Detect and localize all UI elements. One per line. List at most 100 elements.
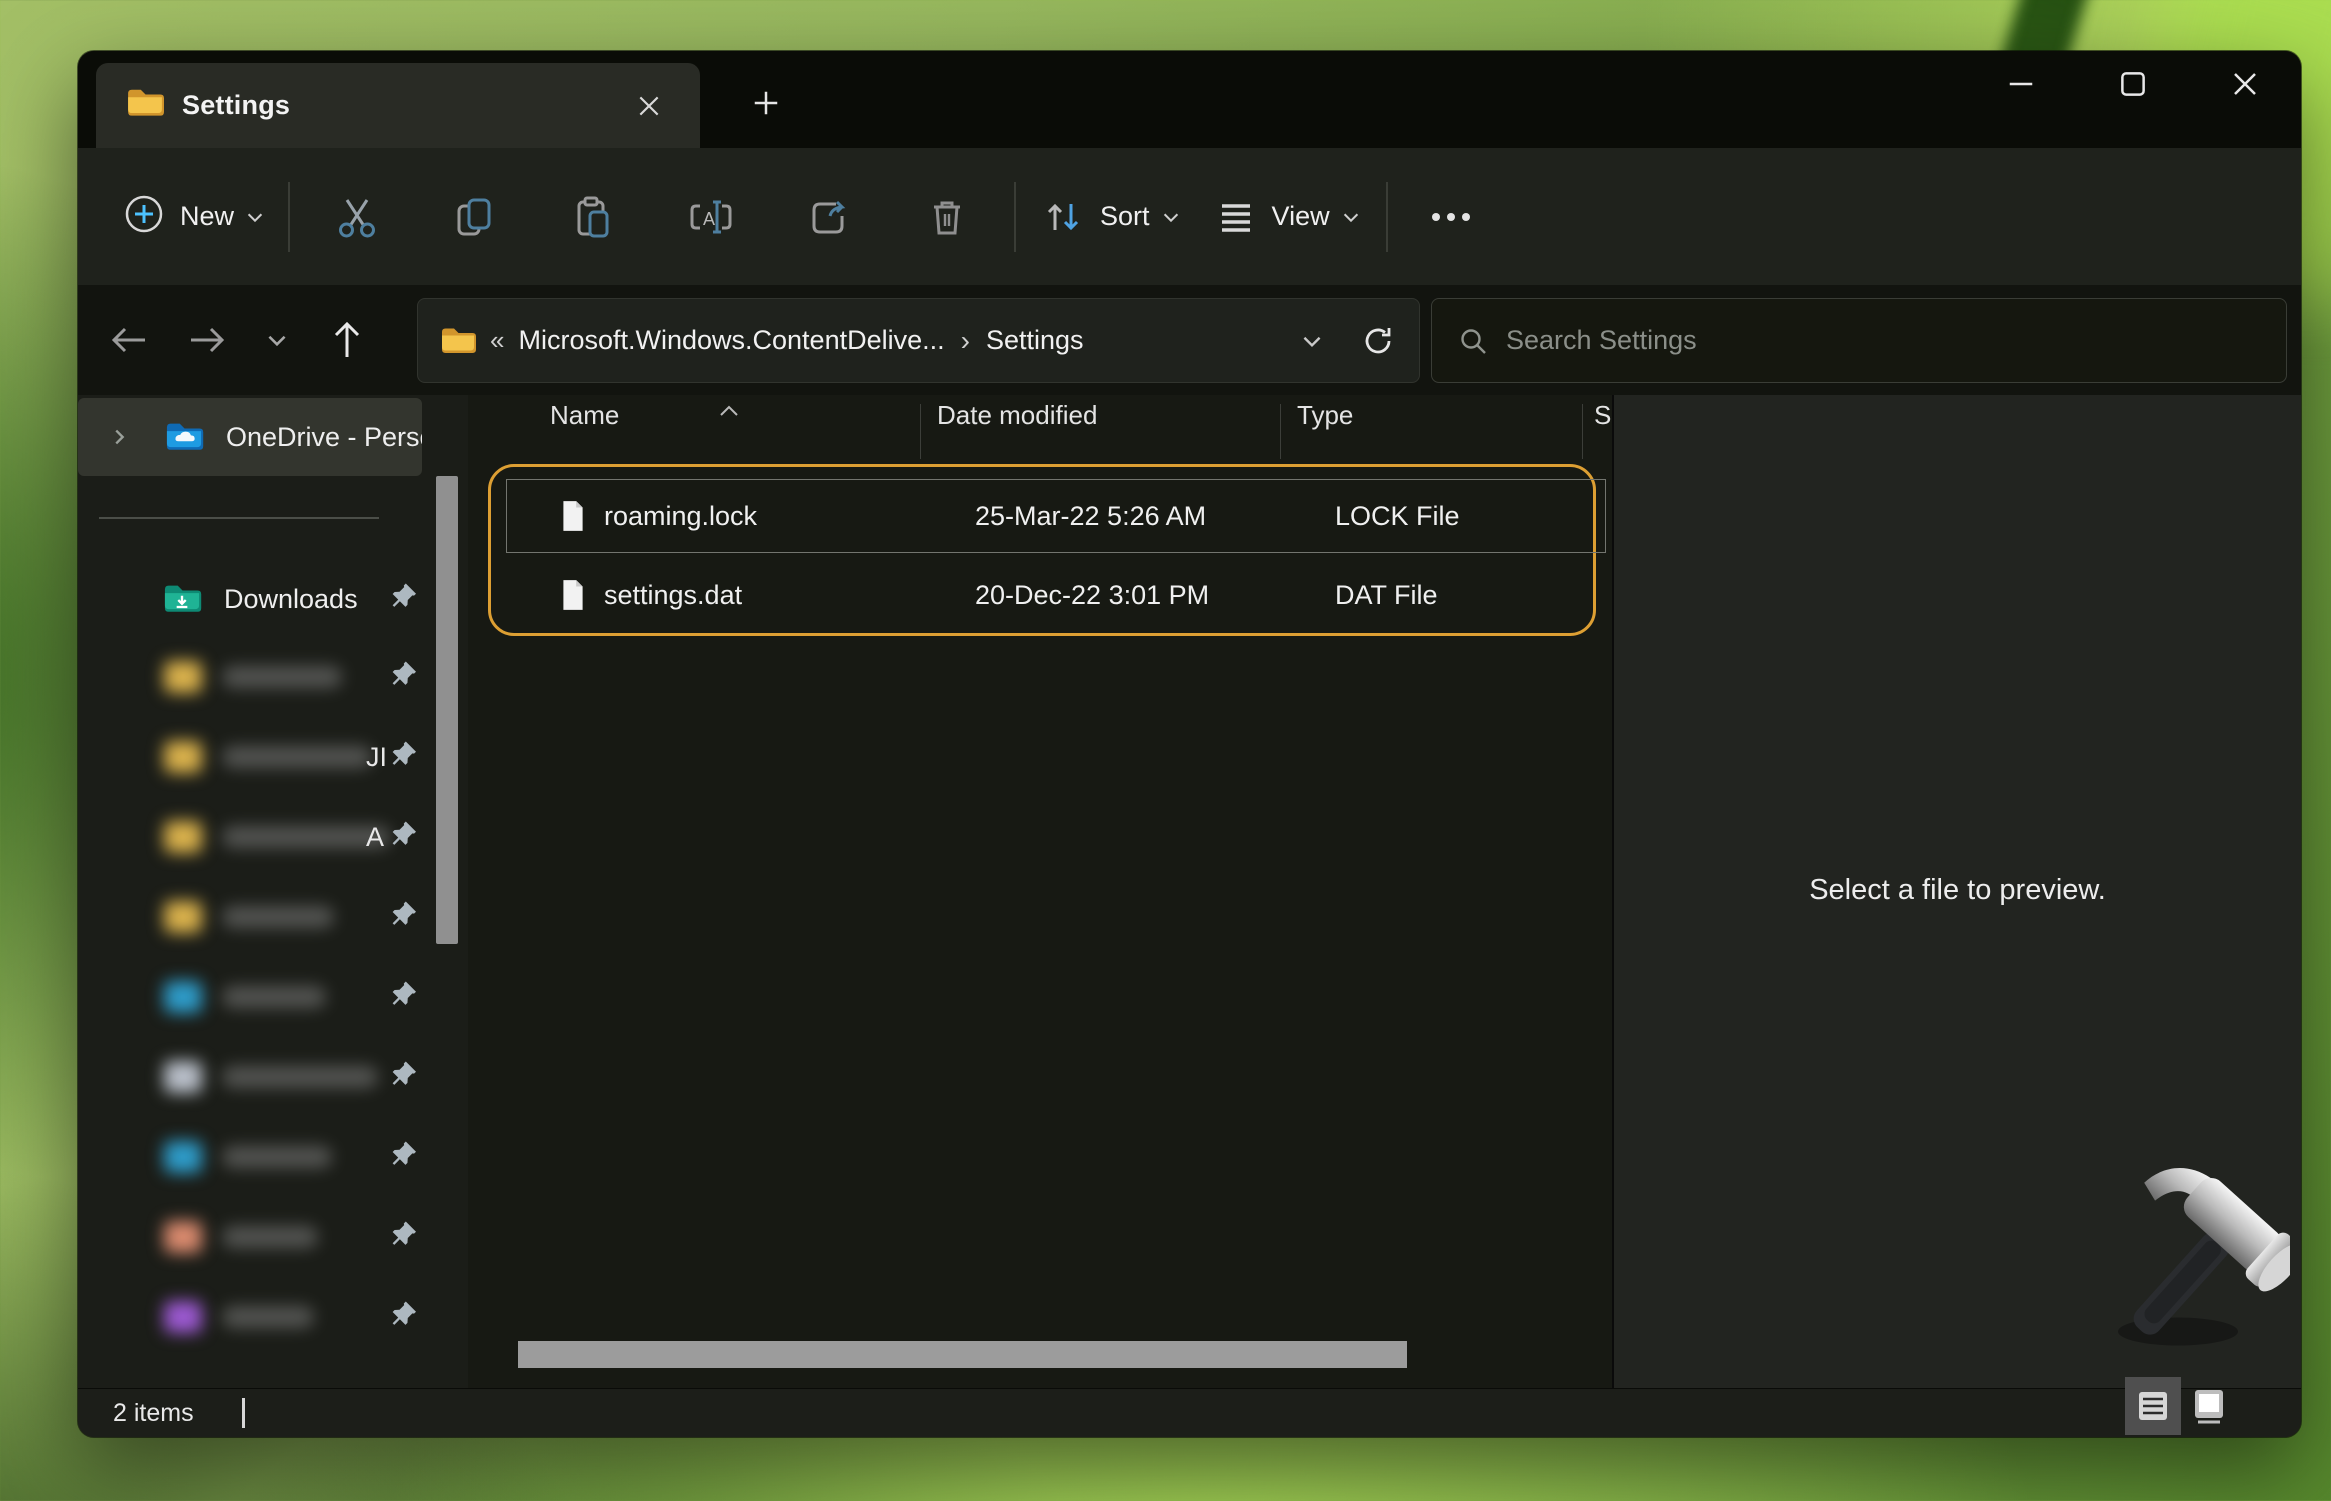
column-header-name[interactable]: Name xyxy=(550,400,619,431)
main-area: OneDrive - Perso Downloads JIA xyxy=(78,395,2301,1388)
sidebar-item-onedrive[interactable]: OneDrive - Perso xyxy=(78,398,422,476)
tab-close-icon[interactable] xyxy=(626,83,672,129)
minimize-button[interactable] xyxy=(1965,51,2077,117)
close-button[interactable] xyxy=(2189,51,2301,117)
new-button-label: New xyxy=(180,201,234,232)
pin-icon[interactable] xyxy=(389,661,417,694)
up-button[interactable] xyxy=(308,301,386,379)
sidebar-item-redacted[interactable] xyxy=(78,877,468,957)
breadcrumb-separator: › xyxy=(961,325,970,357)
redacted-label xyxy=(222,1306,314,1328)
copy-icon xyxy=(452,194,498,240)
sidebar-item-redacted[interactable] xyxy=(78,1197,468,1277)
maximize-button[interactable] xyxy=(2077,51,2189,117)
copy-button[interactable] xyxy=(416,174,534,260)
toolbar-divider xyxy=(1386,182,1388,252)
redacted-folder-icon xyxy=(164,1301,202,1333)
pin-icon[interactable] xyxy=(389,741,417,774)
item-count: 2 items xyxy=(113,1399,194,1428)
redacted-folder-icon xyxy=(164,1141,202,1173)
column-header-type[interactable]: Type xyxy=(1297,400,1353,431)
refresh-icon[interactable] xyxy=(1361,324,1395,358)
sort-arrows-icon xyxy=(1040,194,1086,240)
paste-icon xyxy=(570,194,616,240)
view-button[interactable]: View xyxy=(1198,174,1378,260)
command-toolbar: New A xyxy=(78,148,2301,285)
preview-placeholder-text: Select a file to preview. xyxy=(1809,874,2106,907)
ellipsis-icon xyxy=(1428,209,1474,225)
forward-button[interactable] xyxy=(168,301,246,379)
breadcrumb-overflow[interactable]: « xyxy=(490,325,504,356)
pin-icon[interactable] xyxy=(389,1141,417,1174)
new-button[interactable]: New xyxy=(108,174,280,260)
window-controls xyxy=(1965,51,2301,117)
file-type: LOCK File xyxy=(1335,501,1460,532)
redacted-label xyxy=(222,1146,332,1168)
file-name: settings.dat xyxy=(604,580,742,611)
chevron-right-icon[interactable] xyxy=(108,426,130,448)
sidebar-item-redacted[interactable] xyxy=(78,1277,468,1357)
pin-icon[interactable] xyxy=(389,821,417,854)
redacted-folder-icon xyxy=(164,821,202,853)
view-button-label: View xyxy=(1272,201,1330,232)
search-box[interactable] xyxy=(1431,298,2287,383)
sidebar-redacted-items: JIA xyxy=(78,637,468,1357)
view-toggles xyxy=(2125,1377,2237,1435)
sidebar-item-redacted[interactable] xyxy=(78,637,468,717)
details-view-toggle[interactable] xyxy=(2125,1377,2181,1435)
sidebar-item-redacted[interactable] xyxy=(78,1117,468,1197)
pin-icon[interactable] xyxy=(389,981,417,1014)
redacted-folder-icon xyxy=(164,661,202,693)
pin-icon[interactable] xyxy=(389,901,417,934)
trash-icon xyxy=(924,194,970,240)
pin-icon[interactable] xyxy=(389,583,417,616)
share-button[interactable] xyxy=(770,174,888,260)
downloads-folder-icon xyxy=(162,583,202,615)
column-header-date[interactable]: Date modified xyxy=(937,400,1097,431)
cut-button[interactable] xyxy=(298,174,416,260)
rename-button[interactable]: A xyxy=(652,174,770,260)
redacted-folder-icon xyxy=(164,741,202,773)
column-header-size[interactable]: S xyxy=(1594,400,1611,431)
file-row-roaming-lock[interactable]: roaming.lock 25-Mar-22 5:26 AM LOCK File xyxy=(506,479,1606,553)
address-dropdown-icon[interactable] xyxy=(1299,328,1325,354)
paste-button[interactable] xyxy=(534,174,652,260)
horizontal-scrollbar[interactable] xyxy=(518,1341,1407,1368)
more-options-button[interactable] xyxy=(1396,174,1506,260)
column-divider[interactable] xyxy=(1280,404,1281,459)
tab-settings[interactable]: Settings xyxy=(96,63,700,148)
toolbar-divider xyxy=(1014,182,1016,252)
back-button[interactable] xyxy=(90,301,168,379)
breadcrumb-parent[interactable]: Microsoft.Windows.ContentDelive... xyxy=(518,325,944,356)
delete-button[interactable] xyxy=(888,174,1006,260)
folder-icon xyxy=(440,326,476,356)
sidebar-scrollbar[interactable] xyxy=(436,476,458,944)
folder-icon xyxy=(126,87,164,124)
toolbar-divider xyxy=(288,182,290,252)
pin-icon[interactable] xyxy=(389,1301,417,1334)
redacted-folder-icon xyxy=(164,981,202,1013)
address-bar[interactable]: « Microsoft.Windows.ContentDelive... › S… xyxy=(417,298,1420,383)
recent-locations-button[interactable] xyxy=(246,301,308,379)
sort-button[interactable]: Sort xyxy=(1024,174,1198,260)
sidebar-item-redacted[interactable] xyxy=(78,1037,468,1117)
file-row-settings-dat[interactable]: settings.dat 20-Dec-22 3:01 PM DAT File xyxy=(506,558,1606,632)
redacted-label xyxy=(222,666,342,688)
tab-title: Settings xyxy=(182,90,290,121)
redacted-folder-icon xyxy=(164,1061,202,1093)
redacted-folder-icon xyxy=(164,901,202,933)
sidebar-item-redacted[interactable] xyxy=(78,957,468,1037)
new-tab-button[interactable] xyxy=(740,77,792,129)
sidebar-divider xyxy=(99,517,379,519)
pin-icon[interactable] xyxy=(389,1061,417,1094)
column-divider[interactable] xyxy=(1582,404,1583,459)
search-input[interactable] xyxy=(1506,325,2146,356)
pin-icon[interactable] xyxy=(389,1221,417,1254)
sort-button-label: Sort xyxy=(1100,201,1150,232)
column-divider[interactable] xyxy=(920,404,921,459)
breadcrumb-current[interactable]: Settings xyxy=(986,325,1084,356)
sidebar-item-redacted[interactable]: A xyxy=(78,797,468,877)
sidebar-item-redacted[interactable]: JI xyxy=(78,717,468,797)
sidebar-item-downloads[interactable]: Downloads xyxy=(78,559,468,639)
thumbnail-view-toggle[interactable] xyxy=(2181,1377,2237,1435)
